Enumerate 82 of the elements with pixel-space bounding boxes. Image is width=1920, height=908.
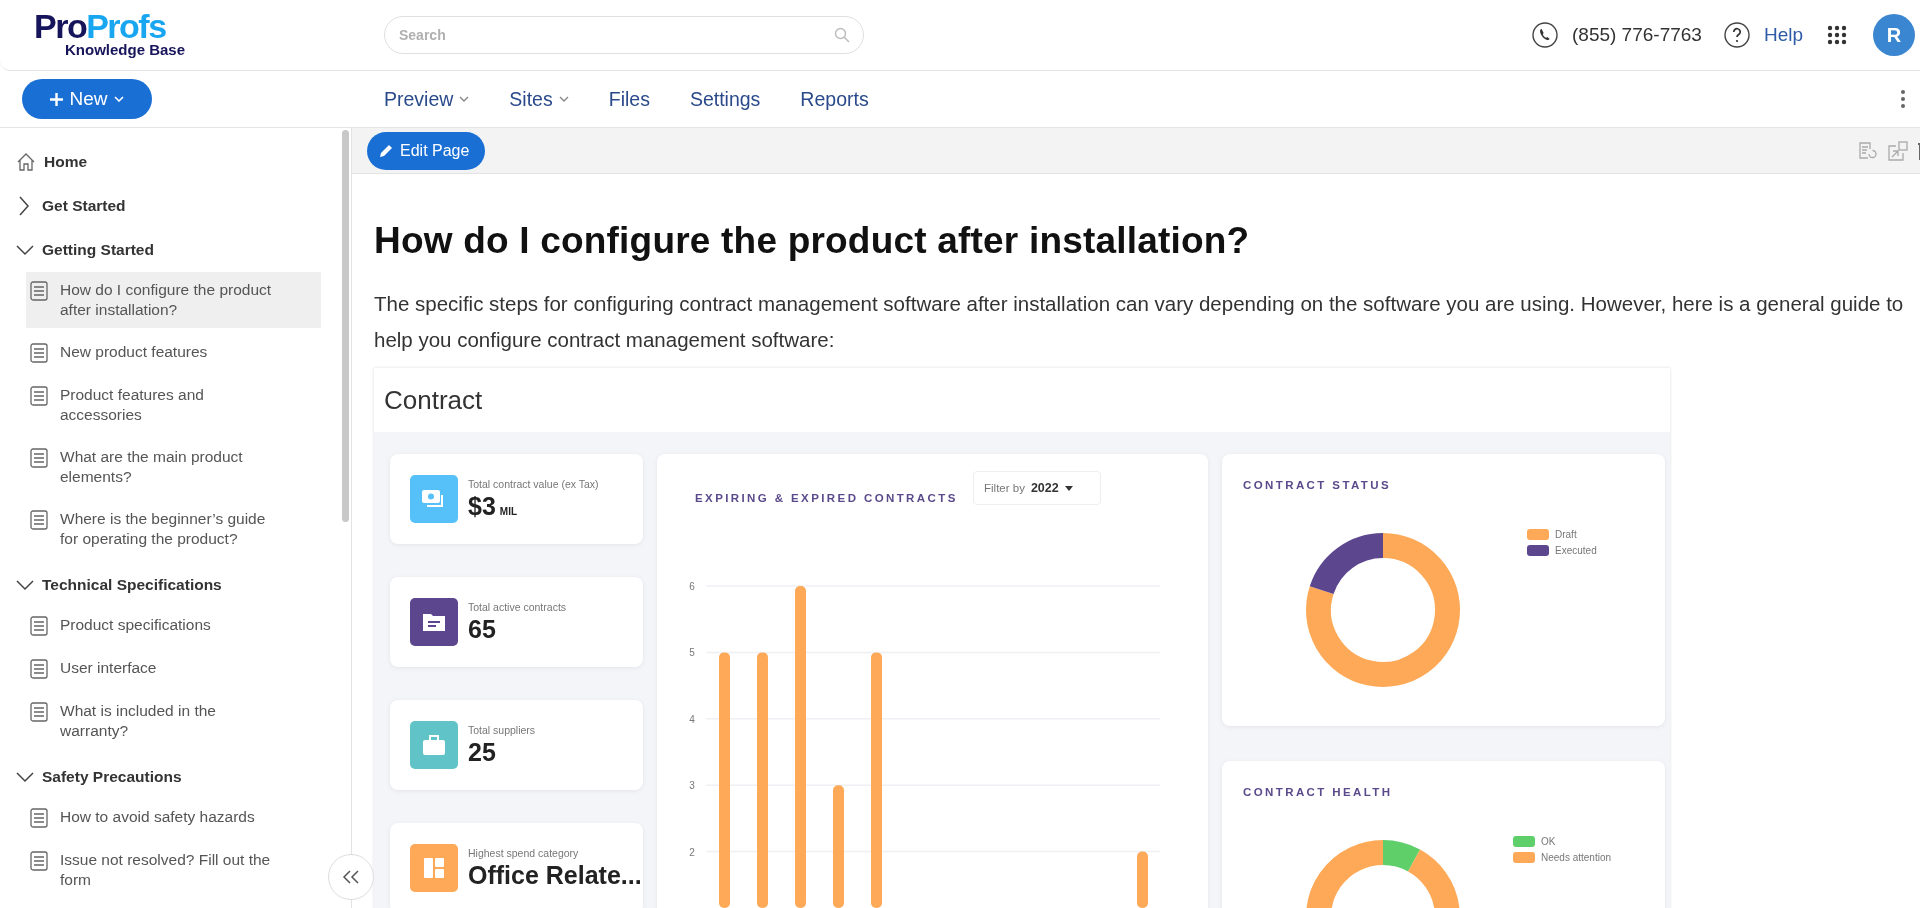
caret-icon: [1064, 485, 1073, 491]
legend-label: OK: [1541, 836, 1556, 847]
expand-icon[interactable]: [1888, 140, 1908, 161]
document-icon: [30, 616, 48, 636]
scrollbar[interactable]: [342, 130, 349, 522]
user-avatar[interactable]: R: [1873, 14, 1915, 56]
double-chevron-left-icon: [342, 870, 360, 884]
document-history-icon[interactable]: [1858, 140, 1878, 161]
document-icon: [30, 448, 48, 468]
kpi-value: 65: [468, 614, 497, 644]
sidebar-article-item[interactable]: Product features and accessories: [26, 377, 321, 433]
document-icon: [30, 281, 48, 301]
article-title: How do I configure the product after installation?: [374, 220, 1251, 262]
article-paragraph: The specific steps for configuring contract management software after installation can vary depending on the software you are using. However, here is a general guide to help you configure contract management software:: [374, 291, 1905, 353]
help-icon[interactable]: [1723, 22, 1750, 48]
sidebar-article-item[interactable]: What are the main product elements?: [26, 439, 321, 495]
sidebar-article-item[interactable]: Issue not resolved? Fill out the form: [26, 842, 321, 898]
caret-icon: [113, 96, 124, 102]
sidebar-article-item[interactable]: How to avoid safety hazards: [26, 799, 321, 836]
card-title: CONTRACT STATUS: [1243, 479, 1391, 491]
document-icon: [30, 851, 48, 871]
kpi-label: Total contract value (ex Tax): [468, 477, 599, 490]
axis-tick-label: 5: [689, 647, 695, 659]
nav-link[interactable]: Files: [608, 87, 650, 111]
sidebar-article-item[interactable]: New product features: [26, 334, 321, 371]
search-field[interactable]: Search: [384, 16, 864, 54]
edit-page-button[interactable]: Edit Page: [367, 131, 486, 170]
document-icon: [30, 386, 48, 406]
kpi-value: $3 MIL: [468, 491, 519, 521]
more-options-icon[interactable]: [1900, 89, 1906, 109]
nav-link[interactable]: Sites: [509, 87, 569, 111]
legend-label: Needs attention: [1541, 852, 1612, 863]
chart-bar: [1137, 851, 1148, 908]
kpi-label: Total suppliers: [468, 723, 536, 736]
apps-grid-icon[interactable]: [1827, 25, 1847, 45]
collapse-sidebar-button[interactable]: [328, 854, 374, 900]
new-button[interactable]: New: [22, 79, 152, 119]
dashboard-title: Contract: [383, 383, 484, 417]
sidebar-item[interactable]: Technical Specifications: [0, 563, 351, 607]
sidebar-article-item[interactable]: What is included in the warranty?: [26, 693, 321, 749]
layout-icon: [423, 857, 445, 879]
kpi-value: Office Relate...: [468, 860, 642, 890]
sidebar-article-item[interactable]: How do I configure the product after installation?: [26, 272, 321, 328]
sidebar-item[interactable]: Safety Precautions: [0, 755, 351, 799]
legend-label: Executed: [1555, 545, 1597, 556]
sidebar-item[interactable]: Getting Started: [0, 228, 351, 272]
axis-tick-label: 4: [689, 713, 695, 725]
card-title: CONTRACT HEALTH: [1243, 786, 1393, 798]
sidebar-item[interactable]: Get Started: [0, 184, 351, 228]
document-icon: [30, 343, 48, 363]
phone-number: (855) 776-7763: [1572, 24, 1702, 46]
sidebar-article-item[interactable]: Product specifications: [26, 607, 321, 644]
sidebar-article-item[interactable]: Where is the beginner’s guide for operating the product?: [26, 501, 321, 557]
phone-icon: [1532, 22, 1558, 48]
help-link[interactable]: Help: [1763, 24, 1803, 46]
pencil-icon: [379, 143, 394, 158]
document-icon: [30, 510, 48, 530]
caret-icon: [558, 96, 569, 102]
document-icon: [30, 702, 48, 722]
nav-link[interactable]: Reports: [800, 87, 869, 111]
nav-link[interactable]: Preview: [384, 87, 470, 111]
document-folder-icon: [422, 612, 446, 632]
legend-label: Draft: [1555, 529, 1577, 540]
kpi-label: Highest spend category: [468, 846, 580, 859]
plus-icon: [50, 92, 64, 106]
caret-icon: [459, 96, 470, 102]
nav-link[interactable]: Settings: [689, 87, 761, 111]
document-icon: [30, 808, 48, 828]
sidebar-item[interactable]: Home: [0, 140, 351, 184]
briefcase-icon: [422, 734, 446, 756]
home-icon: [16, 152, 36, 172]
year-filter-dropdown[interactable]: Filter by 2022: [973, 471, 1101, 505]
document-icon: [30, 659, 48, 679]
chart-title: EXPIRING & EXPIRED CONTRACTS: [695, 492, 958, 504]
logo[interactable]: ProProfs Knowledge Base: [0, 11, 350, 59]
axis-tick-label: 6: [689, 581, 695, 592]
search-icon: [834, 27, 850, 43]
kpi-value: 25: [468, 737, 497, 767]
axis-tick-label: 3: [689, 780, 695, 792]
axis-tick-label: 2: [689, 846, 695, 858]
kpi-label: Total active contracts: [468, 600, 567, 613]
sidebar-article-item[interactable]: User interface: [26, 650, 321, 687]
